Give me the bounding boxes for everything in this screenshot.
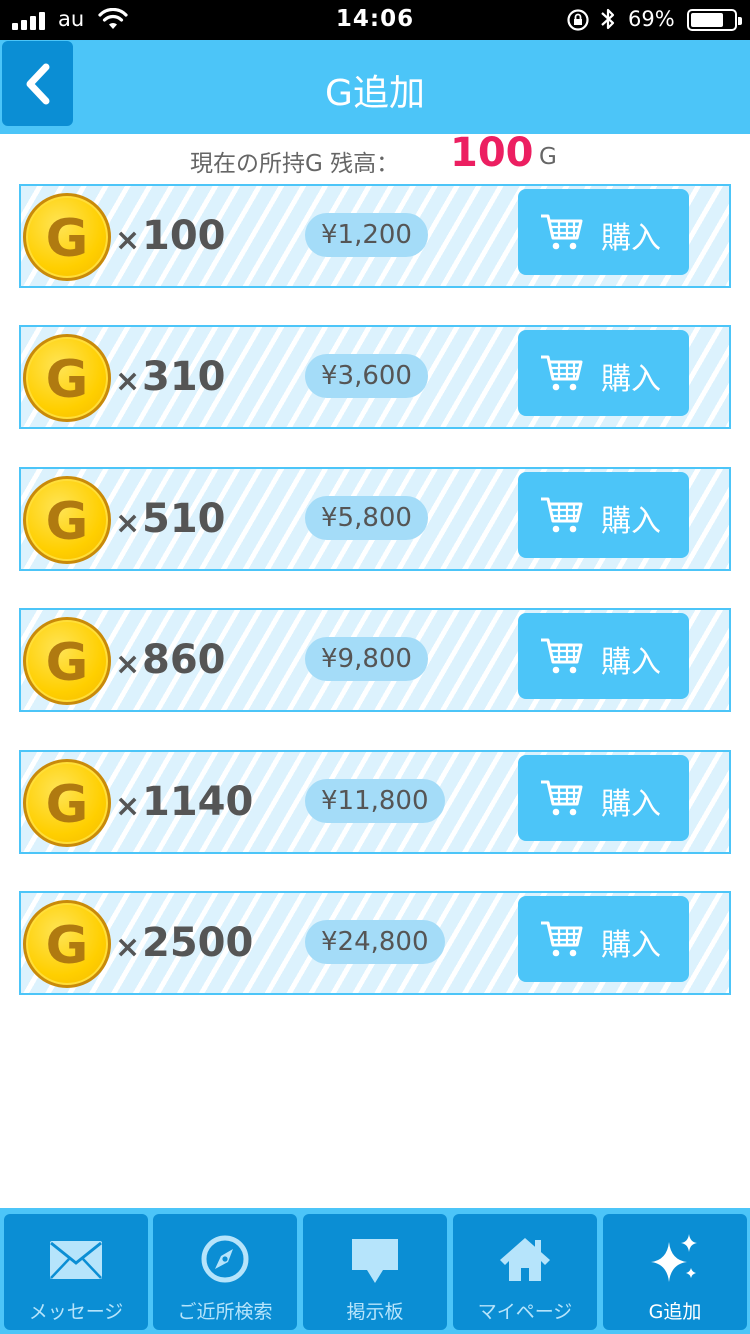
multiply-sign: × (115, 223, 141, 258)
coin-icon: G (23, 900, 111, 988)
multiply-sign: × (115, 364, 141, 399)
cart-icon (541, 921, 583, 957)
package-row: G × 310 ¥3,600 購入 (19, 325, 731, 429)
buy-button[interactable]: 購入 (518, 613, 689, 699)
tab-messages[interactable]: メッセージ (4, 1214, 148, 1330)
multiply-sign: × (115, 647, 141, 682)
price-badge: ¥3,600 (305, 354, 428, 398)
package-row: G × 100 ¥1,200 購入 (19, 184, 731, 288)
package-row: G × 860 ¥9,800 購入 (19, 608, 731, 712)
multiply-sign: × (115, 930, 141, 965)
home-icon (500, 1238, 550, 1281)
coin-icon: G (23, 193, 111, 281)
coin-icon: G (23, 759, 111, 847)
price-badge: ¥5,800 (305, 496, 428, 540)
balance-row: 現在の所持G 残高： 100 G (0, 130, 750, 182)
coin-amount: 1140 (142, 779, 254, 825)
package-row: G × 510 ¥5,800 購入 (19, 467, 731, 571)
buy-label: 購入 (601, 362, 661, 397)
tab-label: マイページ (477, 1301, 573, 1323)
compass-icon (201, 1235, 249, 1283)
buy-button[interactable]: 購入 (518, 189, 689, 275)
cart-icon (541, 355, 583, 391)
sparkle-icon (651, 1234, 697, 1282)
buy-button[interactable]: 購入 (518, 755, 689, 841)
tab-bar: メッセージ ご近所検索 掲示板 マイページ G追加 (0, 1208, 750, 1334)
coin-icon: G (23, 617, 111, 705)
buy-button[interactable]: 購入 (518, 896, 689, 982)
tab-label: ご近所検索 (177, 1301, 273, 1323)
buy-label: 購入 (601, 221, 661, 256)
coin-amount: 100 (142, 213, 226, 259)
package-row: G × 1140 ¥11,800 購入 (19, 750, 731, 854)
speech-bubble-icon (352, 1239, 398, 1283)
price-badge: ¥24,800 (305, 920, 445, 964)
cart-icon (541, 638, 583, 674)
multiply-sign: × (115, 506, 141, 541)
tab-label: 掲示板 (346, 1301, 404, 1323)
tab-my-page[interactable]: マイページ (453, 1214, 597, 1330)
price-badge: ¥9,800 (305, 637, 428, 681)
coin-amount: 510 (142, 496, 226, 542)
buy-button[interactable]: 購入 (518, 330, 689, 416)
price-badge: ¥11,800 (305, 779, 445, 823)
battery-icon (687, 9, 742, 31)
buy-label: 購入 (601, 645, 661, 680)
tab-bulletin-board[interactable]: 掲示板 (303, 1214, 447, 1330)
multiply-sign: × (115, 789, 141, 824)
page-title: G追加 (325, 73, 425, 114)
cart-icon (541, 780, 583, 816)
rotation-lock-icon (567, 9, 589, 31)
balance-unit: G (539, 144, 557, 170)
coin-amount: 310 (142, 354, 226, 400)
envelope-icon (50, 1241, 102, 1279)
buy-button[interactable]: 購入 (518, 472, 689, 558)
balance-label: 現在の所持G 残高： (190, 151, 400, 177)
tab-label: G追加 (648, 1301, 702, 1323)
cart-icon (541, 497, 583, 533)
battery-percent: 69% (628, 7, 675, 31)
bluetooth-icon (601, 8, 615, 30)
coin-icon: G (23, 334, 111, 422)
app-header: G追加 (0, 40, 750, 134)
coin-amount: 2500 (142, 920, 254, 966)
coin-amount: 860 (142, 637, 226, 683)
price-badge: ¥1,200 (305, 213, 428, 257)
buy-label: 購入 (601, 504, 661, 539)
coin-icon: G (23, 476, 111, 564)
tab-label: メッセージ (28, 1301, 124, 1323)
status-bar: au 14:06 69% (0, 0, 750, 40)
package-row: G × 2500 ¥24,800 購入 (19, 891, 731, 995)
balance-value: 100 (450, 130, 534, 176)
tab-nearby-search[interactable]: ご近所検索 (153, 1214, 297, 1330)
cart-icon (541, 214, 583, 250)
buy-label: 購入 (601, 928, 661, 963)
tab-add-g[interactable]: G追加 (603, 1214, 747, 1330)
buy-label: 購入 (601, 787, 661, 822)
